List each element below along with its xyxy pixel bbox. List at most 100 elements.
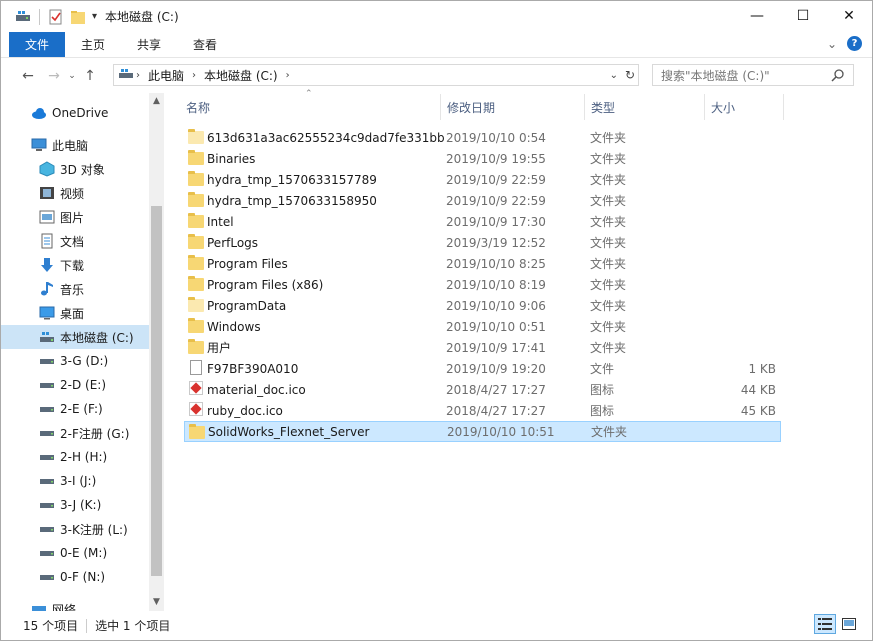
nav-pane-scrollbar[interactable]: ▲ ▼ — [149, 93, 164, 611]
column-divider[interactable] — [440, 94, 441, 120]
tree-item-this-pc[interactable]: 此电脑 — [1, 133, 149, 157]
tree-item-desktop[interactable]: 桌面 — [1, 301, 149, 325]
refresh-icon[interactable]: ↻ — [625, 68, 635, 82]
maximize-button[interactable]: ☐ — [780, 1, 826, 31]
search-input[interactable]: 搜索"本地磁盘 (C:)" — [661, 67, 770, 84]
tree-item-drive-g[interactable]: 2-F注册 (G:) — [1, 421, 149, 445]
tree-item-pictures[interactable]: 图片 — [1, 205, 149, 229]
recent-locations-button[interactable]: ⌄ — [65, 71, 79, 81]
tree-item-video[interactable]: 视频 — [1, 181, 149, 205]
file-size: 1 KB — [748, 361, 776, 376]
tree-item-network[interactable]: 网络 — [1, 597, 149, 611]
download-icon — [39, 257, 55, 273]
drive-icon — [39, 569, 55, 585]
tree-item-music[interactable]: 音乐 — [1, 277, 149, 301]
tree-item-documents[interactable]: 文档 — [1, 229, 149, 253]
address-dropdown-icon[interactable]: ⌄ — [610, 70, 618, 81]
minimize-button[interactable]: — — [734, 1, 780, 31]
tree-item-drive-f[interactable]: 2-E (F:) — [1, 397, 149, 421]
file-row[interactable]: 用户 2019/10/9 17:41 文件夹 — [184, 337, 781, 358]
tree-item-downloads[interactable]: 下载 — [1, 253, 149, 277]
new-folder-icon[interactable] — [70, 9, 86, 25]
forward-button[interactable]: → — [43, 68, 65, 84]
breadcrumb-separator-icon[interactable]: › — [284, 70, 292, 81]
scroll-up-icon[interactable]: ▲ — [149, 96, 164, 106]
file-row[interactable]: material_doc.ico 2018/4/27 17:27 图标 44 KB — [184, 379, 781, 400]
file-date: 2019/10/9 22:59 — [446, 193, 546, 208]
tree-item-drive-m[interactable]: 0-E (M:) — [1, 541, 149, 565]
file-date: 2019/10/10 8:25 — [446, 256, 546, 271]
tree-item-label: 视频 — [60, 186, 85, 201]
tree-item-drive-d[interactable]: 3-G (D:) — [1, 349, 149, 373]
network-icon — [31, 601, 47, 611]
column-header-size[interactable]: 大小 — [711, 94, 783, 120]
tree-item-local-disk-c[interactable]: 本地磁盘 (C:) — [1, 325, 149, 349]
file-date: 2019/10/9 17:30 — [446, 214, 546, 229]
item-count: 15 个项目 — [23, 619, 79, 633]
breadcrumb-this-pc[interactable]: 此电脑 — [142, 67, 190, 84]
scroll-down-icon[interactable]: ▼ — [149, 597, 164, 607]
address-bar[interactable]: › 此电脑 › 本地磁盘 (C:) › ⌄ ↻ — [113, 64, 639, 86]
details-view-icon[interactable] — [814, 614, 836, 634]
breadcrumb-separator-icon[interactable]: › — [190, 70, 198, 81]
file-row[interactable]: SolidWorks_Flexnet_Server 2019/10/10 10:5… — [184, 421, 781, 442]
column-header-name[interactable]: 名称 — [186, 94, 439, 120]
file-row[interactable]: Program Files (x86) 2019/10/10 8:19 文件夹 — [184, 274, 781, 295]
search-icon[interactable] — [831, 68, 845, 85]
file-row[interactable]: 613d631a3ac62555234c9dad7fe331bb 2019/10/… — [184, 127, 781, 148]
file-name: ruby_doc.ico — [207, 403, 283, 418]
file-row[interactable]: ProgramData 2019/10/10 9:06 文件夹 — [184, 295, 781, 316]
close-button[interactable]: ✕ — [826, 1, 872, 31]
file-date: 2019/10/9 22:59 — [446, 172, 546, 187]
column-header-date[interactable]: 修改日期 — [447, 94, 584, 120]
column-divider[interactable] — [584, 94, 585, 120]
file-row[interactable]: F97BF390A010 2019/10/9 19:20 文件 1 KB — [184, 358, 781, 379]
file-row[interactable]: Program Files 2019/10/10 8:25 文件夹 — [184, 253, 781, 274]
tree-item-3d-objects[interactable]: 3D 对象 — [1, 157, 149, 181]
file-size: 44 KB — [740, 382, 776, 397]
file-row[interactable]: Intel 2019/10/9 17:30 文件夹 — [184, 211, 781, 232]
column-header-type[interactable]: 类型 — [591, 94, 704, 120]
file-date: 2019/10/9 17:41 — [446, 340, 546, 355]
tree-item-onedrive[interactable]: OneDrive — [1, 101, 149, 125]
up-button[interactable]: ↑ — [79, 68, 101, 84]
desktop-icon — [39, 305, 55, 321]
tree-item-drive-h[interactable]: 2-H (H:) — [1, 445, 149, 469]
properties-icon[interactable] — [48, 9, 64, 25]
tab-view[interactable]: 查看 — [177, 32, 233, 57]
tab-home[interactable]: 主页 — [65, 32, 121, 57]
tree-item-drive-k[interactable]: 3-J (K:) — [1, 493, 149, 517]
tree-item-label: 2-D (E:) — [60, 378, 107, 392]
breadcrumb-local-disk[interactable]: 本地磁盘 (C:) — [198, 67, 284, 84]
tree-item-drive-j[interactable]: 3-I (J:) — [1, 469, 149, 493]
expand-ribbon-icon[interactable]: ⌄ — [827, 37, 837, 51]
file-name: F97BF390A010 — [207, 361, 299, 376]
file-row[interactable]: Binaries 2019/10/9 19:55 文件夹 — [184, 148, 781, 169]
back-button[interactable]: ← — [17, 68, 39, 84]
tree-item-drive-n[interactable]: 0-F (N:) — [1, 565, 149, 589]
large-icons-view-icon[interactable] — [838, 614, 860, 634]
scrollbar-thumb[interactable] — [151, 206, 162, 576]
column-divider[interactable] — [704, 94, 705, 120]
help-icon[interactable]: ? — [847, 36, 862, 51]
tree-item-drive-e[interactable]: 2-D (E:) — [1, 373, 149, 397]
file-row[interactable]: hydra_tmp_1570633158950 2019/10/9 22:59 文件… — [184, 190, 781, 211]
drive-app-icon — [15, 9, 31, 25]
drive-icon — [39, 521, 55, 537]
file-row[interactable]: ruby_doc.ico 2018/4/27 17:27 图标 45 KB — [184, 400, 781, 421]
breadcrumb-separator-icon[interactable]: › — [134, 70, 142, 81]
tab-share[interactable]: 共享 — [121, 32, 177, 57]
selection-count: 选中 1 个项目 — [95, 619, 171, 633]
tab-file[interactable]: 文件 — [9, 32, 65, 57]
file-row[interactable]: PerfLogs 2019/3/19 12:52 文件夹 — [184, 232, 781, 253]
file-row[interactable]: Windows 2019/10/10 0:51 文件夹 — [184, 316, 781, 337]
column-divider[interactable] — [783, 94, 784, 120]
tree-item-drive-l[interactable]: 3-K注册 (L:) — [1, 517, 149, 541]
tree-item-label: 音乐 — [60, 282, 85, 297]
file-row[interactable]: hydra_tmp_1570633157789 2019/10/9 22:59 文件… — [184, 169, 781, 190]
folder-icon — [189, 424, 205, 440]
folder-icon — [188, 129, 204, 145]
folder-icon — [188, 276, 204, 292]
search-box[interactable]: 搜索"本地磁盘 (C:)" — [652, 64, 854, 86]
customize-qat-icon[interactable]: ▾ — [92, 11, 97, 22]
